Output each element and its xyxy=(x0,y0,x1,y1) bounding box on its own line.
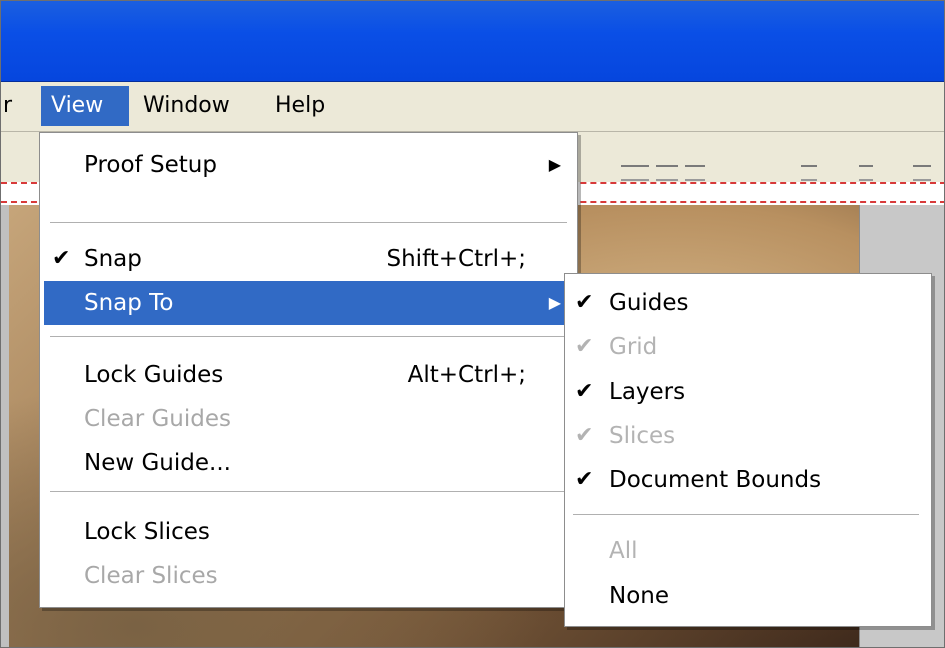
menu-label: Layers xyxy=(609,379,686,405)
submenu-none[interactable]: None xyxy=(569,574,927,618)
checkmark-icon: ✔ xyxy=(575,467,594,492)
menu-item-view[interactable]: View xyxy=(41,86,129,126)
menu-shortcut: Alt+Ctrl+; xyxy=(407,362,526,388)
menu-separator xyxy=(50,336,567,338)
align-right-icon[interactable] xyxy=(913,165,931,181)
menu-item-window[interactable]: Window xyxy=(133,86,240,126)
checkmark-icon: ✔ xyxy=(575,334,594,359)
submenu-grid: ✔ Grid xyxy=(569,325,927,369)
menu-clear-guides: Clear Guides xyxy=(44,397,573,441)
submenu-document-bounds[interactable]: ✔ Document Bounds xyxy=(569,458,927,502)
menu-separator xyxy=(50,491,567,493)
align-left-icon[interactable] xyxy=(801,165,817,181)
submenu-slices: ✔ Slices xyxy=(569,414,927,458)
menu-label: New Guide... xyxy=(84,450,231,476)
menu-label: Snap xyxy=(84,246,142,272)
menu-label: Document Bounds xyxy=(609,467,822,493)
menu-snap-to[interactable]: Snap To ▶ xyxy=(44,281,573,325)
menu-proof-setup[interactable]: Proof Setup ▶ xyxy=(44,143,573,187)
menu-label: Slices xyxy=(609,423,676,449)
menu-shortcut: Shift+Ctrl+; xyxy=(386,246,527,272)
menu-item-help[interactable]: Help xyxy=(265,86,335,126)
submenu-arrow-icon: ▶ xyxy=(548,155,561,174)
menu-label: Proof Setup xyxy=(84,152,217,178)
menu-bar: r View Window Help xyxy=(1,82,944,132)
menu-label: Lock Guides xyxy=(84,362,224,388)
submenu-guides[interactable]: ✔ Guides xyxy=(569,281,927,325)
menu-lock-slices[interactable]: Lock Slices xyxy=(44,510,573,554)
menu-label: Clear Slices xyxy=(84,563,218,589)
menu-snap[interactable]: ✔ Snap Shift+Ctrl+; xyxy=(44,237,573,281)
align-middle-icon[interactable] xyxy=(656,165,678,181)
checkmark-icon: ✔ xyxy=(575,423,594,448)
menu-separator xyxy=(573,514,919,516)
align-center-icon[interactable] xyxy=(859,165,873,181)
menu-label: Clear Guides xyxy=(84,406,231,432)
align-top-icon[interactable] xyxy=(621,165,649,181)
menu-item-truncated[interactable]: r xyxy=(1,86,15,126)
menu-lock-guides[interactable]: Lock Guides Alt+Ctrl+; xyxy=(44,353,573,397)
menu-label: None xyxy=(609,583,670,609)
checkmark-icon: ✔ xyxy=(52,246,71,271)
menu-label: Snap To xyxy=(84,290,174,316)
submenu-arrow-icon: ▶ xyxy=(548,293,561,312)
snap-to-submenu: ✔ Guides ✔ Grid ✔ Layers ✔ Slices ✔ Docu… xyxy=(564,273,932,627)
application-window: r View Window Help Proof Setup ▶ ✔ Snap … xyxy=(0,0,945,648)
menu-label: Lock Slices xyxy=(84,519,210,545)
title-bar xyxy=(1,1,944,82)
menu-separator xyxy=(50,222,567,224)
align-bottom-icon[interactable] xyxy=(685,165,705,181)
submenu-layers[interactable]: ✔ Layers xyxy=(569,370,927,414)
view-menu: Proof Setup ▶ ✔ Snap Shift+Ctrl+; Snap T… xyxy=(39,132,578,608)
menu-label: All xyxy=(609,538,638,564)
menu-new-guide[interactable]: New Guide... xyxy=(44,441,573,485)
checkmark-icon: ✔ xyxy=(575,379,594,404)
submenu-all: All xyxy=(569,529,927,573)
menu-label: Guides xyxy=(609,290,689,316)
checkmark-icon: ✔ xyxy=(575,290,594,315)
menu-clear-slices: Clear Slices xyxy=(44,554,573,598)
menu-label: Grid xyxy=(609,334,658,360)
